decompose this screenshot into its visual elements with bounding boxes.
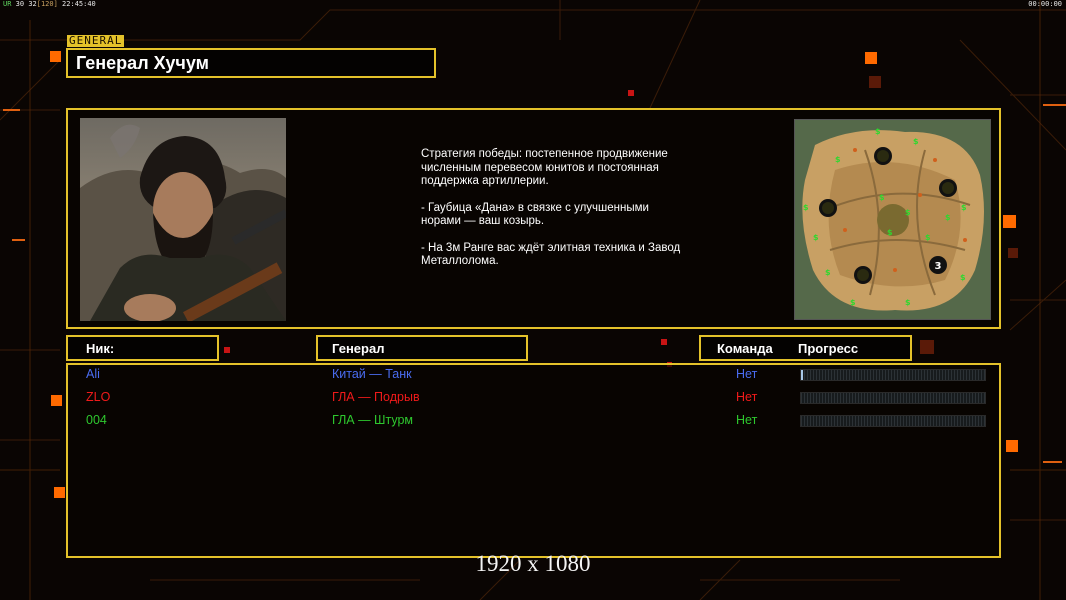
hud-count-a: 30	[15, 0, 25, 8]
loading-progress-bar	[800, 415, 986, 427]
player-nick: 004	[86, 413, 107, 427]
player-team: Нет	[736, 390, 758, 404]
header-progress-label: Прогресс	[798, 341, 859, 356]
column-header-team-progress: Команда Прогресс	[699, 335, 912, 361]
svg-text:$: $	[960, 273, 966, 282]
svg-text:$: $	[961, 203, 967, 212]
general-name: Генерал Хучум	[76, 53, 209, 73]
game-timer: 00:00:00	[1028, 0, 1062, 8]
player-row: 004 ГЛА — Штурм Нет	[68, 411, 999, 433]
strategy-briefing-text: Стратегия победы: постепенное продвижени…	[421, 148, 681, 269]
column-header-general: Генерал	[316, 335, 528, 361]
briefing-panel: Стратегия победы: постепенное продвижени…	[66, 108, 1001, 329]
player-nick: ZLO	[86, 390, 111, 404]
hud-count-b: 32	[28, 0, 37, 8]
briefing-paragraph: Стратегия победы: постепенное продвижени…	[421, 148, 668, 187]
hud-clock: 22:45:40	[62, 0, 96, 8]
svg-text:$: $	[905, 208, 911, 217]
player-team: Нет	[736, 413, 758, 427]
player-general: ГЛА — Подрыв	[332, 390, 420, 404]
briefing-paragraph: - Гаубица «Дана» в связке с улучшенными …	[421, 201, 649, 228]
player-nick: Ali	[86, 367, 100, 381]
map-preview: $ $ $ $ $ $ $ $ $ $ $ $ $ $ $ 3	[794, 119, 991, 320]
svg-text:$: $	[945, 213, 951, 222]
header-team-label: Команда	[717, 341, 773, 356]
svg-text:$: $	[850, 298, 856, 307]
player-list: Ali Китай — Танк Нет ZLO ГЛА — Подрыв Не…	[66, 363, 1001, 558]
player-general: Китай — Танк	[332, 367, 412, 381]
column-header-nick: Ник:	[66, 335, 219, 361]
hud-bracket: [120]	[36, 0, 58, 8]
hud-tag: UR	[3, 0, 12, 8]
svg-text:$: $	[835, 155, 841, 164]
svg-text:$: $	[887, 228, 893, 237]
svg-text:$: $	[925, 233, 931, 242]
briefing-paragraph: - На 3м Ранге вас ждёт элитная техника и…	[421, 241, 681, 268]
general-tag-label: GENERAL	[67, 34, 125, 47]
general-portrait	[80, 118, 286, 321]
loading-progress-bar	[800, 392, 986, 404]
loading-progress-bar	[800, 369, 986, 381]
player-start-marker: 3	[935, 261, 942, 272]
player-general: ГЛА — Штурм	[332, 413, 414, 427]
player-row: Ali Китай — Танк Нет	[68, 365, 999, 387]
player-team: Нет	[736, 367, 758, 381]
debug-status-readout: UR 30 32[120] 22:45:40	[3, 0, 96, 9]
player-row: ZLO ГЛА — Подрыв Нет	[68, 388, 999, 410]
svg-text:$: $	[913, 137, 919, 146]
svg-text:$: $	[879, 193, 885, 202]
svg-text:$: $	[813, 233, 819, 242]
svg-text:$: $	[905, 298, 911, 307]
svg-text:$: $	[825, 268, 831, 277]
general-title-panel: Генерал Хучум	[66, 48, 436, 78]
svg-text:$: $	[875, 127, 881, 136]
svg-text:$: $	[803, 203, 809, 212]
resolution-caption: 1920 x 1080	[475, 551, 591, 576]
header-nick-label: Ник:	[86, 341, 115, 356]
header-general-label: Генерал	[332, 341, 385, 356]
